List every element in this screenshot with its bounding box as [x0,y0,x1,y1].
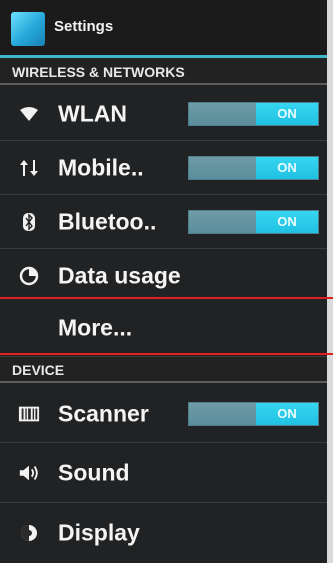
settings-item-display[interactable]: Display [0,503,327,563]
mobile-toggle[interactable]: ON [188,155,319,180]
settings-item-data-usage[interactable]: Data usage [0,249,327,303]
wifi-icon [18,103,40,125]
toggle-state-label: ON [277,214,297,229]
settings-item-label: More... [58,314,133,340]
settings-item-scanner[interactable]: Scanner ON [0,385,327,443]
action-bar: Settings [0,0,327,58]
data-usage-icon [18,265,40,287]
scanner-icon [18,403,40,425]
settings-item-label: WLAN [58,100,127,126]
bluetooth-toggle[interactable]: ON [188,209,319,234]
settings-item-label: Bluetoo.. [58,208,157,234]
settings-screen: Settings WIRELESS & NETWORKS WLAN ON Mob… [0,0,333,563]
settings-item-more[interactable]: More... [0,299,327,357]
settings-item-label: Sound [58,459,130,485]
toggle-thumb: ON [256,402,318,425]
annotation-line-bottom [0,353,333,355]
settings-item-label: Mobile.. [58,154,144,180]
toggle-state-label: ON [277,106,297,121]
section-header-label: DEVICE [12,362,65,378]
sound-icon [18,462,40,484]
settings-item-sound[interactable]: Sound [0,443,327,503]
bluetooth-icon [18,211,40,233]
settings-item-wlan[interactable]: WLAN ON [0,87,327,141]
section-header-label: WIRELESS & NETWORKS [12,64,185,80]
scanner-toggle[interactable]: ON [188,401,319,426]
wlan-toggle[interactable]: ON [188,101,319,126]
settings-app-icon[interactable] [11,12,45,46]
toggle-thumb: ON [256,102,318,125]
page-title: Settings [54,18,114,35]
toggle-thumb: ON [256,156,318,179]
toggle-state-label: ON [277,406,297,421]
mobile-data-icon [18,157,40,179]
display-icon [18,522,40,544]
settings-item-label: Display [58,519,140,546]
settings-item-label: Data usage [58,262,181,288]
settings-item-label: Scanner [58,400,149,426]
annotation-line-top [0,297,333,299]
toggle-state-label: ON [277,160,297,175]
section-header-device: DEVICE [0,357,327,383]
settings-item-bluetooth[interactable]: Bluetoo.. ON [0,195,327,249]
toggle-thumb: ON [256,210,318,233]
settings-item-mobile[interactable]: Mobile.. ON [0,141,327,195]
section-header-wireless: WIRELESS & NETWORKS [0,59,327,85]
screen-edge [327,0,333,563]
